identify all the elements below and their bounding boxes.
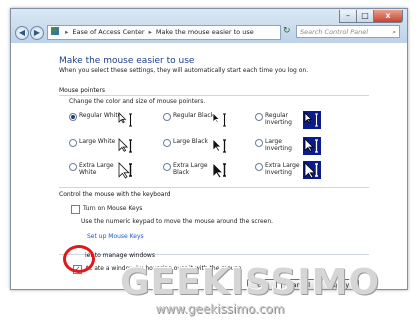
- pointer-radio[interactable]: [69, 113, 77, 121]
- pointer-radio[interactable]: [255, 163, 263, 171]
- watermark-brand: GEEKISSIMO: [120, 262, 381, 303]
- pointer-option[interactable]: Large Inverting: [255, 137, 345, 163]
- mouse-keys-checkbox[interactable]: [71, 205, 80, 214]
- close-button[interactable]: x: [373, 10, 403, 23]
- pointer-option[interactable]: Large Black: [163, 137, 253, 163]
- pointer-radio[interactable]: [163, 113, 171, 121]
- back-arrow-icon: ◀: [18, 28, 26, 37]
- back-button[interactable]: ◀: [15, 26, 29, 40]
- title-bar: – □ x ◀ ▶ ▸ Ease of Access Center ▸ Make…: [11, 9, 407, 43]
- pointer-option[interactable]: Extra Large Inverting: [255, 161, 345, 187]
- watermark-url: www.geekissimo.com: [155, 302, 285, 316]
- search-input[interactable]: Search Control Panel ⌕: [296, 25, 400, 38]
- maximize-button[interactable]: □: [356, 10, 374, 23]
- pointer-radio[interactable]: [69, 163, 77, 171]
- windows-section-title: ier to manage windows: [85, 252, 155, 259]
- setup-mouse-keys-link[interactable]: Set up Mouse Keys: [87, 233, 144, 240]
- pointer-preview-icon: [303, 111, 321, 129]
- search-icon[interactable]: ⌕: [392, 26, 396, 39]
- pointer-radio[interactable]: [163, 139, 171, 147]
- pointer-preview-icon: [303, 137, 321, 155]
- search-placeholder: Search Control Panel: [300, 28, 369, 36]
- divider: [59, 95, 369, 96]
- breadcrumb-separator: ▸: [65, 28, 69, 36]
- pointer-preview-icon: [211, 111, 229, 129]
- mouse-keys-description: Use the numeric keypad to move the mouse…: [81, 218, 274, 225]
- pointer-radio[interactable]: [255, 113, 263, 121]
- pointer-radio[interactable]: [69, 139, 77, 147]
- pointer-preview-icon: [117, 111, 135, 129]
- pointer-preview-icon: [117, 161, 135, 179]
- forward-arrow-icon: ▶: [33, 28, 41, 37]
- pointer-preview-icon: [211, 161, 229, 179]
- pointer-option[interactable]: Large White: [69, 137, 159, 163]
- minimize-button[interactable]: –: [339, 10, 357, 23]
- mouse-keys-label[interactable]: Turn on Mouse Keys: [83, 205, 142, 212]
- address-bar[interactable]: ▸ Ease of Access Center ▸ Make the mouse…: [47, 25, 281, 40]
- pointer-preview-icon: [211, 137, 229, 155]
- pointer-preview-icon: [303, 161, 321, 179]
- refresh-icon[interactable]: ↻: [283, 26, 291, 36]
- pointer-option[interactable]: Extra Large White: [69, 161, 159, 187]
- pointer-option[interactable]: Regular White: [69, 111, 159, 137]
- control-panel-icon: [51, 27, 59, 35]
- divider: [59, 187, 369, 188]
- page-title: Make the mouse easier to use: [59, 56, 195, 66]
- pointer-option[interactable]: Extra Large Black: [163, 161, 253, 187]
- pointer-option[interactable]: Regular Black: [163, 111, 253, 137]
- forward-button[interactable]: ▶: [30, 26, 44, 40]
- breadcrumb-ease-of-access[interactable]: Ease of Access Center: [72, 28, 144, 36]
- pointer-preview-icon: [117, 137, 135, 155]
- highlight-circle: [63, 245, 95, 273]
- pointer-option[interactable]: Regular Inverting: [255, 111, 345, 137]
- pointer-radio[interactable]: [255, 139, 263, 147]
- breadcrumb-separator: ▸: [148, 28, 152, 36]
- pointer-radio[interactable]: [163, 163, 171, 171]
- page-intro: When you select these settings, they wil…: [59, 67, 309, 74]
- keyboard-section-title: Control the mouse with the keyboard: [59, 191, 171, 198]
- breadcrumb-current[interactable]: Make the mouse easier to use: [156, 28, 254, 36]
- pointers-instruction: Change the color and size of mouse point…: [69, 98, 206, 105]
- mouse-pointers-section-title: Mouse pointers: [59, 87, 105, 94]
